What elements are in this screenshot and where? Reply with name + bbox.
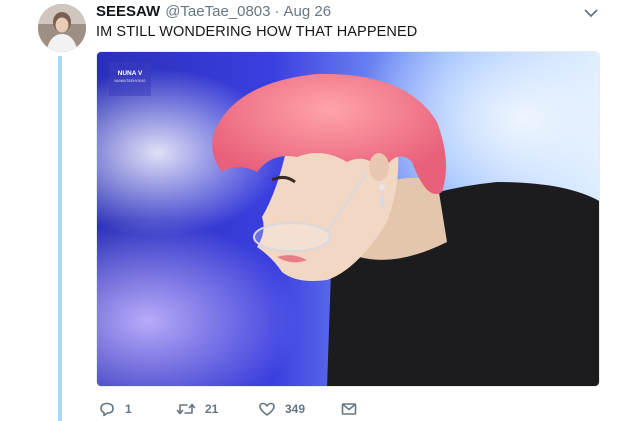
watermark-subtitle: NUNAVTAEHYUNG — [114, 79, 146, 83]
heart-icon — [258, 400, 276, 418]
header-separator: · — [274, 3, 280, 20]
like-count: 349 — [285, 402, 306, 416]
retweet-button[interactable]: 21 — [176, 400, 218, 418]
like-button[interactable]: 349 — [258, 400, 305, 418]
avatar[interactable] — [38, 4, 86, 52]
thread-line — [58, 56, 62, 421]
tweet-photo[interactable]: NUNA V NUNAVTAEHYUNG — [96, 51, 600, 387]
watermark: NUNA V NUNAVTAEHYUNG — [109, 62, 151, 96]
envelope-icon — [340, 400, 358, 418]
reply-count: 1 — [125, 402, 132, 416]
watermark-title: NUNA V — [117, 70, 143, 77]
tweet-text: IM STILL WONDERING HOW THAT HAPPENED — [96, 24, 418, 40]
tweet-header: SEESAW @TaeTae_0803 · Aug 26 — [96, 3, 331, 21]
tweet-timestamp[interactable]: Aug 26 — [284, 3, 332, 21]
user-handle[interactable]: @TaeTae_0803 — [165, 3, 270, 21]
chevron-down-icon[interactable] — [584, 6, 598, 18]
direct-message-button[interactable] — [340, 400, 358, 418]
retweet-icon — [176, 400, 196, 418]
retweet-count: 21 — [205, 402, 219, 416]
reply-icon — [98, 400, 116, 418]
reply-button[interactable]: 1 — [98, 400, 132, 418]
display-name[interactable]: SEESAW — [96, 3, 160, 21]
